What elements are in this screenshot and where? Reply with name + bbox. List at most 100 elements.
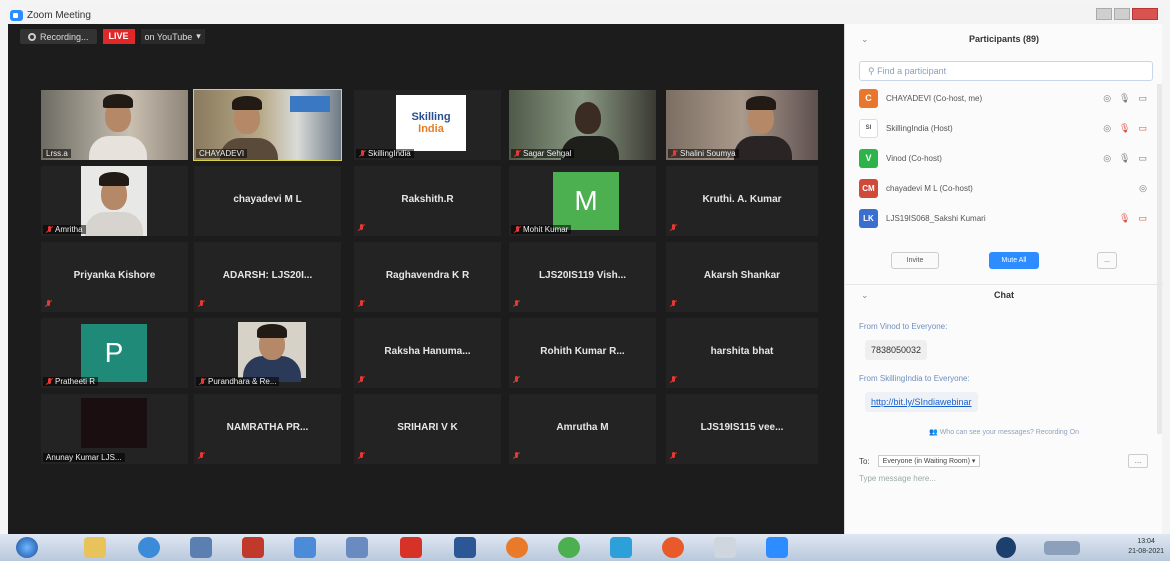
camera-off-icon[interactable]: ▭ (1138, 123, 1147, 134)
video-tile[interactable]: SRIHARI V K (354, 394, 501, 464)
video-tile[interactable]: harshita bhat (666, 318, 818, 388)
video-tile[interactable]: NAMRATHA PR... (194, 394, 341, 464)
app-icon[interactable] (242, 537, 264, 558)
muted-mic-icon (670, 224, 677, 232)
media-player-icon[interactable] (346, 537, 368, 558)
tile-label: Mohit Kumar (511, 225, 572, 234)
participant-name: Raghavendra K R (385, 270, 470, 281)
search-icon: ⚲ (868, 66, 875, 76)
video-tile[interactable]: Kruthi. A. Kumar (666, 166, 818, 236)
app-icon[interactable] (714, 537, 736, 558)
tile-label: Pratheeti R (43, 377, 99, 386)
system-tray-icons[interactable] (1044, 541, 1080, 555)
participant-row[interactable]: V Vinod (Co-host) ◎ 🎙 ▭ (859, 148, 1159, 168)
word-icon[interactable] (454, 537, 476, 558)
video-tile[interactable]: Anunay Kumar LJS... (41, 394, 188, 464)
video-tile[interactable]: Raghavendra K R (354, 242, 501, 312)
people-icon: 👥 (929, 429, 938, 436)
participant-row[interactable]: SI SkillingIndia (Host) ◎ 🎙 ▭ (859, 118, 1159, 138)
recipient-dropdown[interactable]: Everyone (in Waiting Room) ▾ (877, 455, 981, 467)
participant-name: NAMRATHA PR... (226, 422, 309, 433)
chat-visibility-notice[interactable]: 👥 Who can see your messages? Recording O… (845, 428, 1163, 436)
live-on-youtube-dropdown[interactable]: on YouTube ▾ (140, 29, 205, 44)
avatar-initial: M (553, 172, 619, 230)
chrome-icon[interactable] (558, 537, 580, 558)
muted-mic-icon (670, 300, 677, 308)
chat-message-body[interactable]: 7838050032 (865, 340, 928, 360)
hand-icon: ◎ (1103, 122, 1112, 133)
video-tile[interactable]: Amritha (41, 166, 188, 236)
system-clock[interactable]: 13:04 21-08-2021 (1128, 537, 1164, 557)
meeting-topbar: Recording... LIVE on YouTube ▾ (20, 29, 205, 44)
file-explorer-icon[interactable] (84, 537, 106, 558)
camera-icon[interactable]: ▭ (1138, 93, 1147, 104)
video-tile[interactable]: Priyanka Kishore (41, 242, 188, 312)
video-tile[interactable]: LJS19IS115 vee... (666, 394, 818, 464)
collapse-chevron-icon[interactable]: ⌄ (861, 285, 869, 305)
app-icon[interactable] (662, 537, 684, 558)
person-body (85, 212, 143, 236)
mute-all-button[interactable]: Mute All (989, 252, 1039, 269)
participant-name: Vinod (Co-host) (886, 153, 942, 163)
app-icon[interactable] (190, 537, 212, 558)
video-tile[interactable]: Rohith Kumar R... (509, 318, 656, 388)
video-tile[interactable]: P Pratheeti R (41, 318, 188, 388)
video-tile[interactable]: Lrss.a (41, 90, 188, 160)
participant-name: Akarsh Shankar (703, 270, 781, 281)
camera-off-icon[interactable]: ▭ (1138, 213, 1147, 224)
help-icon[interactable] (996, 537, 1016, 558)
participant-name: LJS19IS115 vee... (700, 422, 784, 433)
recording-indicator[interactable]: Recording... (20, 29, 97, 44)
chat-message-link[interactable]: http://bit.ly/SIndiawebinar (865, 392, 978, 412)
muted-mic-icon[interactable]: 🎙 (1119, 213, 1130, 224)
video-tile[interactable]: Sagar Sehgal (509, 90, 656, 160)
muted-mic-icon (513, 376, 520, 384)
tile-label: Amritha (43, 225, 86, 234)
chat-message-meta: From Vinod to Everyone: (859, 322, 948, 331)
video-tile[interactable]: Shalini Soumya (666, 90, 818, 160)
minimize-button[interactable] (1096, 8, 1112, 20)
muted-mic-icon (670, 376, 677, 384)
pdf-reader-icon[interactable] (400, 537, 422, 558)
firefox-icon[interactable] (506, 537, 528, 558)
mic-icon[interactable]: 🎙 (1119, 93, 1130, 104)
profile-photo (238, 322, 306, 382)
participant-row[interactable]: LK LJS19IS068_Sakshi Kumari 🎙 ▭ (859, 208, 1159, 228)
video-tile-active-speaker[interactable]: CHAYADEVI (193, 89, 342, 161)
more-options-button[interactable]: ... (1097, 252, 1117, 269)
zoom-logo-icon (10, 9, 23, 21)
participant-name: chayadevi M L (Co-host) (886, 183, 973, 193)
video-tile[interactable]: ADARSH: LJS20I... (194, 242, 341, 312)
video-tile[interactable]: Purandhara & Re... (194, 318, 341, 388)
muted-mic-icon[interactable]: 🎙 (1119, 123, 1130, 134)
video-tile[interactable]: chayadevi M L (194, 166, 341, 236)
video-tile[interactable]: M Mohit Kumar (509, 166, 656, 236)
video-tile[interactable]: Raksha Hanuma... (354, 318, 501, 388)
outlook-icon[interactable] (294, 537, 316, 558)
chat-more-button[interactable]: ... (1128, 454, 1148, 468)
participant-name: CHAYADEVI (Co-host, me) (886, 93, 983, 103)
skype-icon[interactable] (610, 537, 632, 558)
participant-search-input[interactable]: ⚲ Find a participant (859, 61, 1153, 81)
tile-label: Sagar Sehgal (511, 149, 575, 158)
chat-input[interactable]: Type message here... (859, 474, 936, 483)
participant-row[interactable]: C CHAYADEVI (Co-host, me) ◎ 🎙 ▭ (859, 88, 1159, 108)
collapse-chevron-icon[interactable]: ⌄ (861, 28, 869, 50)
zoom-icon[interactable] (766, 537, 788, 558)
tile-label: Purandhara & Re... (196, 377, 280, 386)
start-button-icon[interactable] (16, 537, 38, 558)
participants-title: Participants (89) (968, 34, 1040, 44)
video-tile[interactable]: Skilling India SkillingIndia (354, 90, 501, 160)
camera-icon[interactable]: ▭ (1138, 153, 1147, 164)
close-button[interactable] (1132, 8, 1158, 20)
participant-name: LJS20IS119 Vish... (538, 270, 627, 281)
browser-icon[interactable] (138, 537, 160, 558)
mic-icon[interactable]: 🎙 (1119, 153, 1130, 164)
participant-row[interactable]: CM chayadevi M L (Co-host) ◎ (859, 178, 1159, 198)
video-tile[interactable]: LJS20IS119 Vish... (509, 242, 656, 312)
maximize-button[interactable] (1114, 8, 1130, 20)
video-tile[interactable]: Akarsh Shankar (666, 242, 818, 312)
invite-button[interactable]: Invite (891, 252, 939, 269)
video-tile[interactable]: Amrutha M (509, 394, 656, 464)
video-tile[interactable]: Rakshith.R (354, 166, 501, 236)
